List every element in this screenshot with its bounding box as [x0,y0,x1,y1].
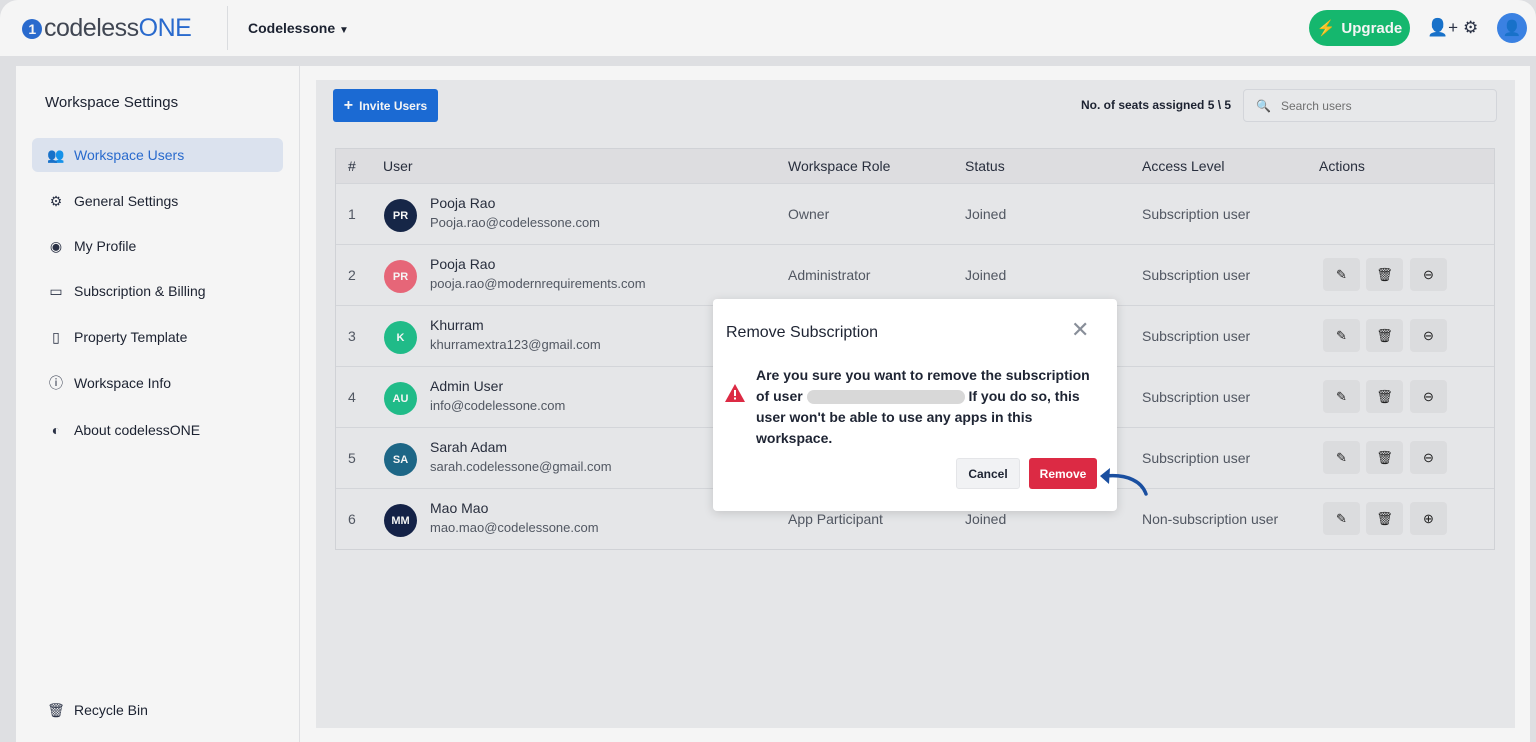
close-icon[interactable]: ✕ [1071,317,1089,343]
remove-subscription-dialog: Remove Subscription ✕ Are you sure you w… [713,299,1117,511]
redacted-username [806,390,965,405]
remove-button[interactable]: Remove [1029,458,1097,489]
cancel-button[interactable]: Cancel [956,458,1020,489]
dialog-title: Remove Subscription [726,324,879,341]
pointer-arrow-icon [1100,468,1148,496]
dialog-message: Are you sure you want to remove the subs… [756,367,1090,446]
warning-icon [725,384,745,402]
